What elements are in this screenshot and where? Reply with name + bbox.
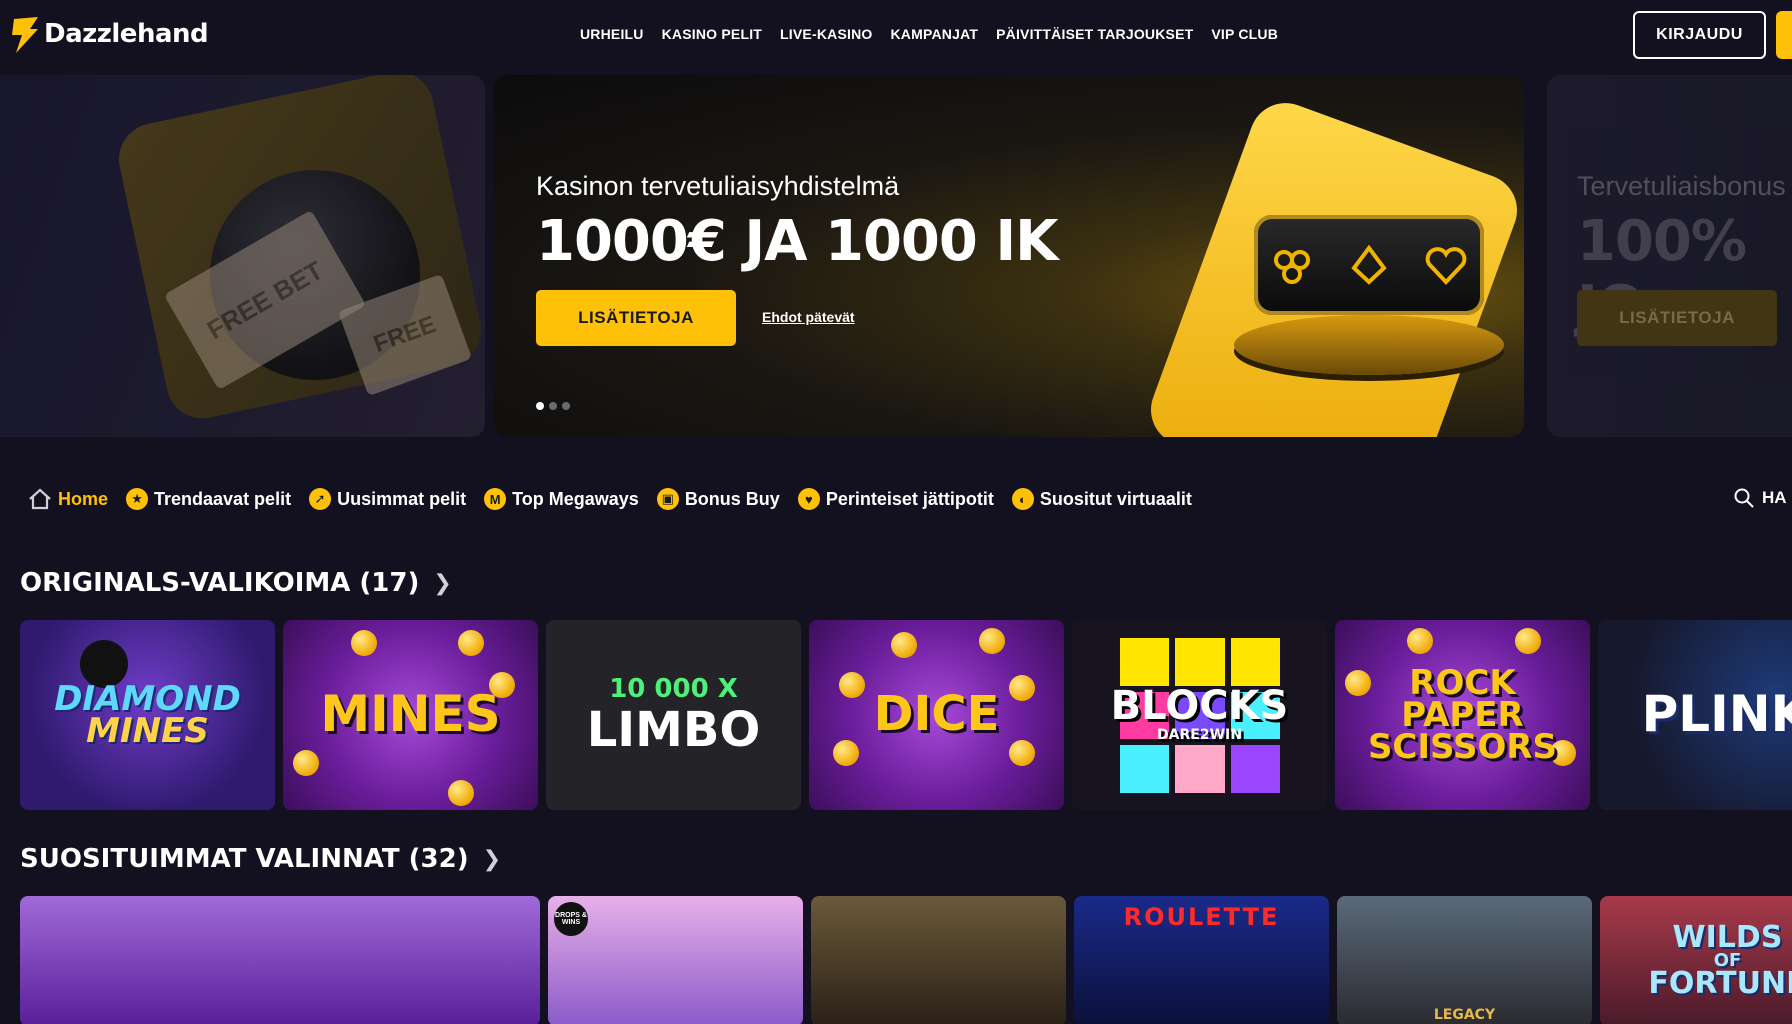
game-tile-legacy-of-dead[interactable]: LEGACY [1337, 896, 1592, 1024]
login-button[interactable]: KIRJAUDU [1633, 11, 1766, 59]
game-title: BLOCKS [1110, 683, 1289, 730]
star-icon: ★ [126, 488, 149, 510]
main-nav: URHEILU KASINO PELIT LIVE-KASINO KAMPANJ… [580, 26, 1278, 42]
category-bar: Home ★ Trendaavat pelit ➚ Uusimmat pelit… [28, 488, 1192, 510]
hero-slide-next[interactable]: Tervetuliaisbonus 100% JO LISÄTIETOJA [1547, 75, 1792, 437]
top-header: Dazzlehand URHEILU KASINO PELIT LIVE-KAS… [0, 0, 1792, 72]
game-tile-wilds-of-fortune[interactable]: WILDS OF FORTUNE [1600, 896, 1792, 1024]
section-title-text: ORIGINALS-VALIKOIMA (17) [20, 568, 420, 598]
virtual-icon: ◐ [1011, 488, 1034, 510]
game-title-line3: FORTUNE [1648, 965, 1792, 1001]
game-title-line1: ROCK [1409, 662, 1516, 703]
chevron-right-icon: ❯ [482, 846, 502, 872]
game-title: ROULETTE [1123, 903, 1280, 931]
game-tile-plinko[interactable]: PLINK [1598, 620, 1792, 810]
game-title: LIMBO [586, 701, 761, 758]
slot-reels-icon [1254, 215, 1484, 315]
nav-vip-club[interactable]: VIP CLUB [1211, 26, 1278, 42]
bonus-buy-icon: ▣ [656, 488, 679, 510]
popular-row: DROPS & WINS ROULETTE LEGACY WILDS OF FO… [20, 896, 1792, 1024]
carousel-dot-3[interactable] [562, 402, 570, 410]
section-title-originals[interactable]: ORIGINALS-VALIKOIMA (17) ❯ [20, 568, 452, 598]
hero-terms-link[interactable]: Ehdot pätevät [762, 309, 855, 325]
category-virtuals[interactable]: ◐ Suositut virtuaalit [1011, 488, 1192, 510]
game-title: PLINK [1641, 685, 1792, 744]
game-tile-diamond-mines[interactable]: DIAMOND MINES [20, 620, 275, 810]
game-title-line3: SCISSORS [1367, 727, 1558, 768]
search-button[interactable]: HA [1734, 488, 1787, 508]
game-tile-rock-paper-scissors[interactable]: ROCK PAPER SCISSORS [1335, 620, 1590, 810]
logo-text: Dazzlehand [44, 19, 209, 49]
nav-kasino-pelit[interactable]: KASINO PELIT [662, 26, 762, 42]
jackpot-icon: ♥ [797, 488, 820, 510]
nav-paivittaiset-tarjoukset[interactable]: PÄIVITTÄISET TARJOUKSET [996, 26, 1193, 42]
badge-label: DROPS & WINS [555, 912, 587, 926]
chevron-right-icon: ❯ [433, 570, 452, 596]
hero-title: 1000€ JA 1000 IK [536, 209, 1059, 274]
category-jackpots[interactable]: ♥ Perinteiset jättipotit [797, 488, 994, 510]
game-tile-roulette[interactable]: ROULETTE [1074, 896, 1329, 1024]
logo[interactable]: Dazzlehand [10, 12, 209, 56]
category-label: Suositut virtuaalit [1039, 488, 1192, 509]
game-title-line1: WILDS [1672, 919, 1783, 955]
megaways-icon: M [484, 488, 507, 510]
category-megaways[interactable]: M Top Megaways [484, 488, 639, 510]
search-label: HA [1762, 488, 1787, 507]
nav-live-kasino[interactable]: LIVE-KASINO [780, 26, 872, 42]
hero-subtitle: Kasinon tervetuliaisyhdistelmä [536, 171, 900, 201]
category-label: Top Megaways [512, 488, 639, 509]
game-title: DICE [873, 686, 1000, 743]
game-tile-book-of-dead[interactable] [811, 896, 1066, 1024]
rocket-icon: ➚ [309, 488, 332, 510]
game-tile-blocks[interactable]: BLOCKS DARE2WIN [1072, 620, 1327, 810]
game-tile-gates-of-olympus[interactable]: DROPS & WINS [548, 896, 803, 1024]
hero-next-info-button[interactable]: LISÄTIETOJA [1577, 290, 1777, 346]
carousel-dots [536, 402, 570, 410]
game-title: LEGACY [1433, 1006, 1496, 1023]
search-icon [1734, 488, 1754, 508]
originals-row: DIAMOND MINES MINES 10 000 X LIMBO DICE [20, 620, 1792, 810]
section-title-popular[interactable]: SUOSITUIMMAT VALINNAT (32) ❯ [20, 844, 501, 874]
nav-kampanjat[interactable]: KAMPANJAT [890, 26, 978, 42]
logo-mark-icon [10, 13, 40, 55]
game-tile-mines[interactable]: MINES [283, 620, 538, 810]
hero-info-button[interactable]: LISÄTIETOJA [536, 290, 736, 346]
game-tile-dice[interactable]: DICE [809, 620, 1064, 810]
category-home[interactable]: Home [28, 488, 108, 510]
category-newest[interactable]: ➚ Uusimmat pelit [309, 488, 466, 510]
game-tile-limbo[interactable]: 10 000 X LIMBO [546, 620, 801, 810]
casino-chip-icon [1234, 315, 1504, 375]
category-trending[interactable]: ★ Trendaavat pelit [126, 488, 291, 510]
hero-slide-previous[interactable]: FREE BET FREE [0, 75, 485, 437]
category-label: Home [58, 488, 109, 509]
game-title: MINES [320, 685, 501, 744]
carousel-dot-2[interactable] [549, 402, 557, 410]
category-label: Uusimmat pelit [337, 488, 467, 509]
ticket-label-2: FREE [370, 310, 440, 359]
hero-next-subtitle: Tervetuliaisbonus [1577, 171, 1786, 201]
game-multiplier: 10 000 X [609, 673, 738, 704]
category-bonus-buy[interactable]: ▣ Bonus Buy [656, 488, 780, 510]
ticket-label: FREE BET [201, 254, 328, 345]
register-button[interactable] [1776, 11, 1792, 59]
category-label: Trendaavat pelit [154, 488, 292, 509]
game-tile-popular-1[interactable] [20, 896, 540, 1024]
game-subtitle: MINES [86, 711, 209, 751]
section-title-text: SUOSITUIMMAT VALINNAT (32) [20, 844, 469, 874]
nav-urheilu[interactable]: URHEILU [580, 26, 644, 42]
category-label: Bonus Buy [684, 488, 780, 509]
hero-carousel: FREE BET FREE Kasinon tervetuliaisyhdist… [0, 75, 1792, 437]
category-label: Perinteiset jättipotit [825, 488, 994, 509]
drops-wins-badge: DROPS & WINS [554, 902, 588, 936]
game-subtitle: DARE2WIN [1157, 727, 1242, 744]
hero-slide-active[interactable]: Kasinon tervetuliaisyhdistelmä 1000€ JA … [494, 75, 1524, 437]
home-icon [28, 488, 52, 510]
carousel-dot-1[interactable] [536, 402, 544, 410]
